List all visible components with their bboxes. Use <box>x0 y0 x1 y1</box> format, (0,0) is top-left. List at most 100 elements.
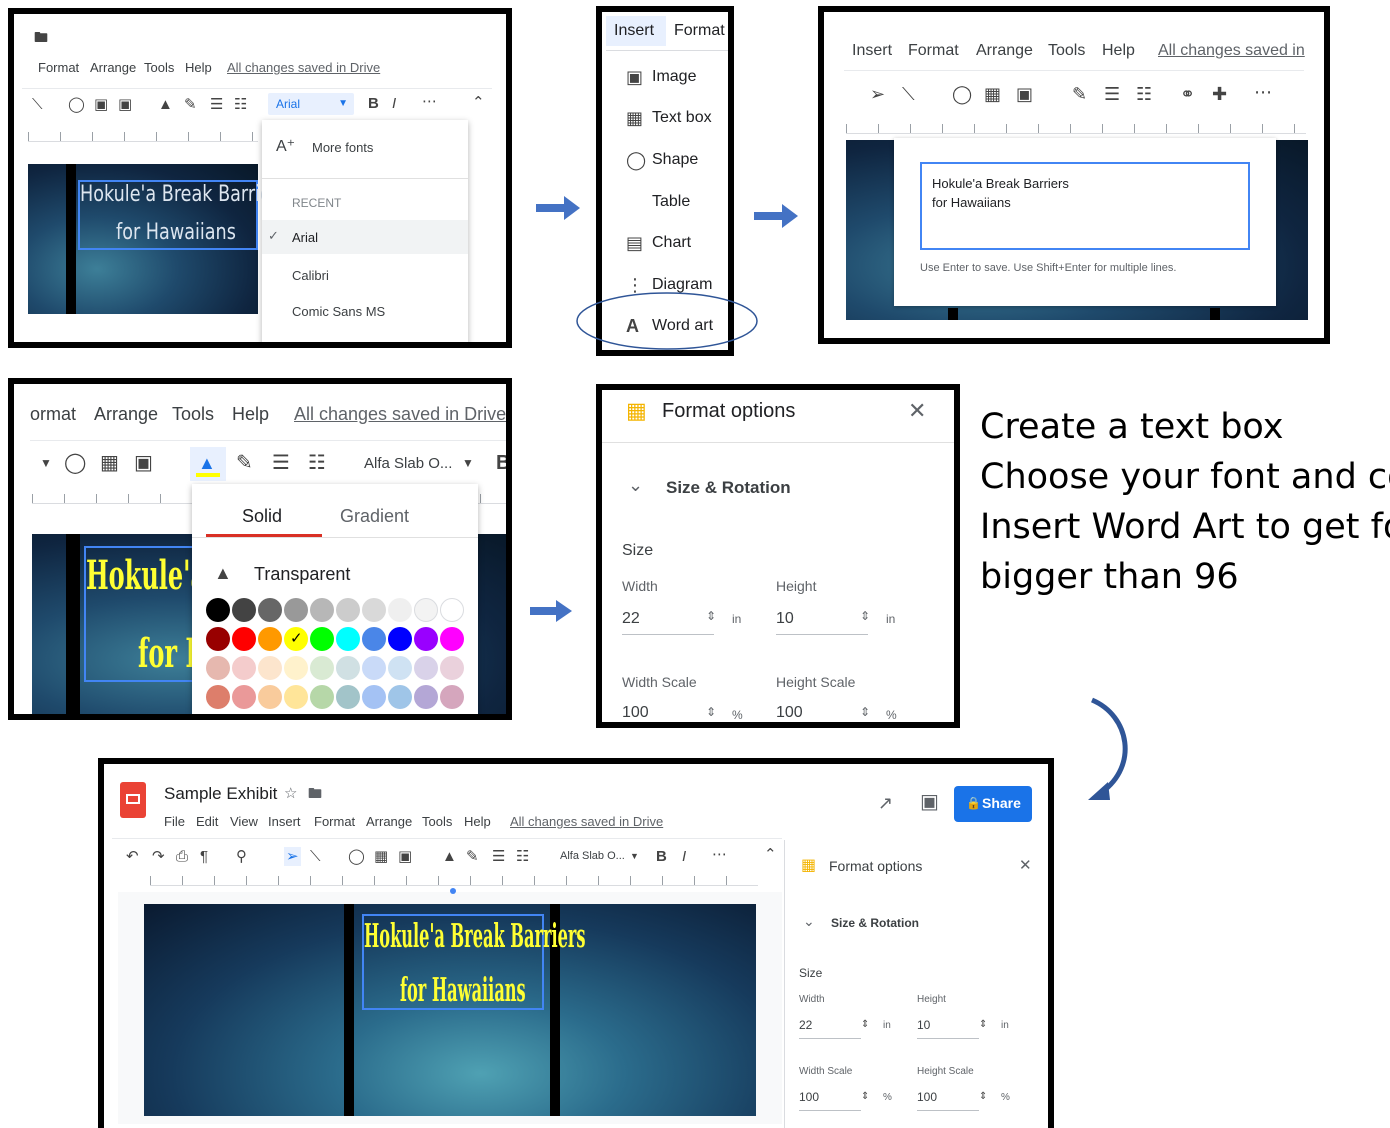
textbox-icon[interactable]: ▦ <box>374 849 388 864</box>
font-select[interactable]: Alfa Slab O... <box>560 850 625 862</box>
menu-arrange[interactable]: Arrange <box>976 42 1033 60</box>
size-rotation-section[interactable]: Size & Rotation <box>831 916 919 930</box>
saved-status[interactable]: All changes saved in Drive <box>227 60 380 75</box>
close-icon[interactable]: ✕ <box>1019 858 1032 873</box>
folder-icon[interactable]: 🖿 <box>308 786 322 800</box>
menu-tools[interactable]: Tools <box>172 404 214 425</box>
color-swatch[interactable] <box>362 598 386 622</box>
fill-color-button[interactable]: ▲ <box>190 447 226 481</box>
color-swatch[interactable] <box>258 598 282 622</box>
line-icon[interactable]: ⟍ <box>310 849 321 864</box>
menu-file[interactable]: File <box>164 814 185 829</box>
shape-icon[interactable]: ◯ <box>952 85 972 103</box>
cursor-icon[interactable]: ➢ <box>870 85 885 103</box>
color-swatch[interactable] <box>414 627 438 651</box>
zoom-icon[interactable]: ⚲ <box>236 849 247 864</box>
color-swatch[interactable] <box>440 656 464 680</box>
menu-arrange[interactable]: Arrange <box>366 814 412 829</box>
insert-chart[interactable]: Chart <box>652 234 691 252</box>
menu-tools[interactable]: Tools <box>1048 42 1085 60</box>
activity-icon[interactable]: ↗ <box>878 794 893 812</box>
more-icon[interactable]: ⋯ <box>422 94 437 109</box>
insert-shape[interactable]: Shape <box>652 151 698 169</box>
chevron-down-icon[interactable]: ▼ <box>462 457 474 469</box>
color-swatch[interactable] <box>414 598 438 622</box>
height-scale-field[interactable]: 100 <box>776 704 868 722</box>
shape-icon[interactable]: ◯ <box>348 849 365 864</box>
menu-edit[interactable]: Edit <box>196 814 218 829</box>
border-color-icon[interactable]: ✎ <box>466 849 479 864</box>
font-item-calibri[interactable]: Calibri <box>292 268 329 283</box>
font-item-comic-sans[interactable]: Comic Sans MS <box>292 304 385 319</box>
color-swatch[interactable] <box>336 656 360 680</box>
font-select[interactable]: Arial ▼ <box>268 93 354 115</box>
close-icon[interactable]: ✕ <box>908 400 926 422</box>
color-swatch[interactable] <box>284 656 308 680</box>
size-rotation-section[interactable]: Size & Rotation <box>666 478 791 498</box>
add-comment-icon[interactable]: ✚ <box>1212 85 1227 103</box>
shape-icon[interactable]: ◯ <box>64 453 86 473</box>
image-icon[interactable]: ▣ <box>118 97 132 112</box>
comment-icon[interactable]: ▣ <box>920 792 939 812</box>
saved-status[interactable]: All changes saved in <box>1158 42 1305 60</box>
fill-color-icon[interactable]: ▲ <box>158 97 173 112</box>
color-swatch[interactable] <box>232 598 256 622</box>
menu-arrange[interactable]: Arrange <box>90 60 136 75</box>
color-swatch[interactable] <box>336 685 360 709</box>
menu-insert[interactable]: Insert <box>852 42 892 60</box>
insert-text-box[interactable]: Text box <box>652 109 712 127</box>
redo-icon[interactable]: ↷ <box>152 849 165 864</box>
pen-icon[interactable]: ✎ <box>1072 85 1087 103</box>
width-stepper-icon[interactable]: ⇕ <box>706 610 716 622</box>
menu-format[interactable]: Format <box>908 42 959 60</box>
font-item-arial[interactable]: ✓ Arial <box>262 220 468 254</box>
textbox-icon[interactable]: ▣ <box>94 97 108 112</box>
italic-icon[interactable]: I <box>392 96 396 111</box>
bold-icon[interactable]: B <box>496 453 506 473</box>
menu-help[interactable]: Help <box>464 814 491 829</box>
italic-icon[interactable]: I <box>682 849 686 864</box>
width-field[interactable]: 22 <box>799 1018 861 1039</box>
textbox-icon[interactable]: ▦ <box>984 85 1001 103</box>
paint-format-icon[interactable]: ¶ <box>200 849 208 864</box>
color-swatch[interactable] <box>310 656 334 680</box>
insert-table[interactable]: Table <box>652 193 690 211</box>
folder-icon[interactable]: 🖿 <box>34 30 48 44</box>
menu-insert[interactable]: Insert <box>268 814 301 829</box>
tab-solid[interactable]: Solid <box>242 506 282 527</box>
border-dash-icon[interactable]: ☷ <box>234 97 247 112</box>
tab-insert[interactable]: Insert <box>606 16 666 46</box>
color-swatch[interactable] <box>414 685 438 709</box>
width-scale-stepper-icon[interactable]: ⇕ <box>706 706 716 718</box>
color-swatch[interactable] <box>388 598 412 622</box>
share-button[interactable]: 🔒 Share <box>954 786 1032 822</box>
color-swatch[interactable] <box>388 627 412 651</box>
border-dash-icon[interactable]: ☷ <box>1136 85 1152 103</box>
insert-image[interactable]: Image <box>652 68 696 86</box>
border-weight-icon[interactable]: ☰ <box>1104 85 1120 103</box>
color-swatch[interactable] <box>258 656 282 680</box>
transparent-option[interactable]: Transparent <box>254 564 350 585</box>
chevron-down-icon[interactable]: ▼ <box>40 457 52 469</box>
bold-icon[interactable]: B <box>656 849 667 864</box>
width-field[interactable]: 22 <box>622 610 714 635</box>
border-dash-icon[interactable]: ☷ <box>308 453 326 473</box>
cursor-icon[interactable]: ➢ <box>284 847 301 866</box>
color-swatch[interactable] <box>232 627 256 651</box>
border-weight-icon[interactable]: ☰ <box>492 849 505 864</box>
menu-help[interactable]: Help <box>232 404 269 425</box>
saved-status[interactable]: All changes saved in Drive <box>510 814 663 829</box>
color-swatch[interactable] <box>440 685 464 709</box>
height-stepper-icon[interactable]: ⇕ <box>860 610 870 622</box>
color-swatch[interactable] <box>388 656 412 680</box>
tab-format[interactable]: Format <box>674 22 725 40</box>
height-stepper-icon[interactable]: ⇕ <box>979 1020 987 1030</box>
line-icon[interactable]: ⟍ <box>902 85 915 103</box>
height-field[interactable]: 10 <box>917 1018 979 1039</box>
color-swatch[interactable] <box>206 685 230 709</box>
color-swatch[interactable] <box>414 656 438 680</box>
chevron-down-icon[interactable]: ⌄ <box>628 476 643 494</box>
image-icon[interactable]: ▣ <box>134 453 153 473</box>
color-swatch[interactable] <box>310 685 334 709</box>
chevron-up-icon[interactable]: ⌃ <box>764 847 777 862</box>
